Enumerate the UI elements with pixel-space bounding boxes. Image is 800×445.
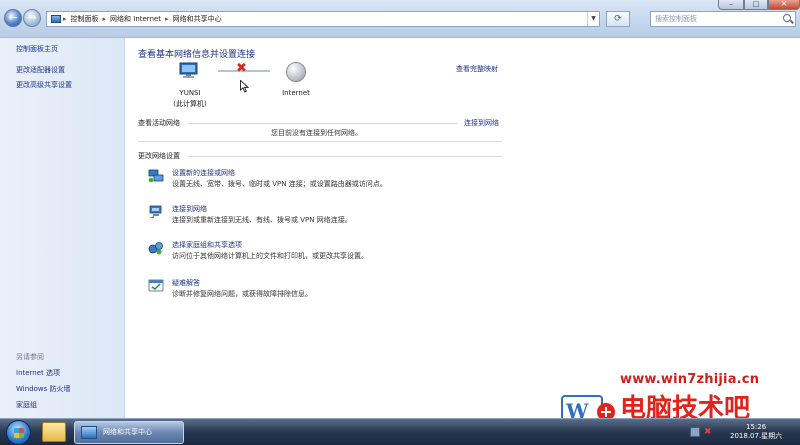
control-panel-icon <box>51 15 61 23</box>
taskbar-clock[interactable]: 15:26 2018.07.星期六 <box>730 423 782 441</box>
change-settings-label: 更改网络设置 <box>138 152 180 160</box>
breadcrumb-separator[interactable]: ▸ <box>63 15 67 23</box>
internet-globe-icon[interactable] <box>286 62 306 82</box>
forward-button[interactable]: → <box>23 9 41 27</box>
explorer-folder-icon[interactable] <box>42 422 66 442</box>
sidebar-item-change-adapter-settings[interactable]: 更改适配器设置 <box>16 65 65 75</box>
connect-network-icon <box>149 205 162 218</box>
connect-to-network-link[interactable]: 连接到网络 <box>464 118 499 128</box>
clock-date: 2018.07.星期六 <box>730 432 783 440</box>
maximize-button[interactable]: □ <box>744 0 768 10</box>
refresh-button[interactable]: ⟳ <box>606 11 630 27</box>
clock-time: 15:26 <box>745 423 767 431</box>
section-divider <box>188 156 502 157</box>
task-title[interactable]: 设置新的连接或网络 <box>172 168 235 178</box>
task-homegroup-sharing[interactable]: 选择家庭组和共享选项 访问位于其他网络计算机上的文件和打印机，或更改共享设置。 <box>148 240 528 266</box>
network-tray-icon[interactable] <box>690 427 700 437</box>
breadcrumb[interactable]: ▸ 控制面板 ▸ 网络和 Internet ▸ 网络和共享中心 ▼ <box>46 11 600 27</box>
close-button[interactable]: ✕ <box>768 0 800 10</box>
task-connect-network[interactable]: 连接到网络 连接到或重新连接到无线、有线、拨号或 VPN 网络连接。 <box>148 204 528 230</box>
troubleshoot-icon <box>148 279 164 292</box>
breadcrumb-separator[interactable]: ▸ <box>103 15 107 23</box>
watermark-url: www.win7zhijia.cn <box>620 372 760 387</box>
forward-arrow-icon: → <box>27 11 37 24</box>
taskbar-network-center-button[interactable]: 网络和共享中心 <box>74 421 184 444</box>
page-title: 查看基本网络信息并设置连接 <box>138 50 256 60</box>
task-description: 设置无线、宽带、拨号、临时或 VPN 连接；或设置路由器或访问点。 <box>172 180 387 188</box>
search-input[interactable]: 搜索控制面板 <box>650 11 796 27</box>
homegroup-sharing-icon <box>148 242 163 255</box>
refresh-icon: ⟳ <box>614 14 622 24</box>
task-troubleshoot[interactable]: 疑难解答 诊断并修复网络问题，或获得故障排除信息。 <box>148 278 528 304</box>
system-tray[interactable]: ✖ <box>690 427 718 439</box>
computer-name: YUNSI <box>179 89 201 97</box>
search-placeholder: 搜索控制面板 <box>655 15 697 23</box>
computer-sublabel: (此计算机) <box>173 100 207 108</box>
see-also-homegroup[interactable]: 家庭组 <box>16 400 37 410</box>
task-title[interactable]: 选择家庭组和共享选项 <box>172 240 242 250</box>
task-description: 诊断并修复网络问题，或获得故障排除信息。 <box>172 290 312 298</box>
breadcrumb-control-panel[interactable]: 控制面板 <box>71 14 99 24</box>
sidebar-item-advanced-sharing-settings[interactable]: 更改高级共享设置 <box>16 80 72 90</box>
network-center-icon <box>81 426 97 439</box>
mouse-cursor-icon <box>240 80 249 93</box>
task-description: 连接到或重新连接到无线、有线、拨号或 VPN 网络连接。 <box>172 216 352 224</box>
sidebar-item-control-panel-home[interactable]: 控制面板主页 <box>16 44 58 54</box>
sidebar: 控制面板主页 更改适配器设置 更改高级共享设置 另请参阅 Internet 选项… <box>0 38 125 418</box>
section-divider <box>188 123 458 124</box>
back-button[interactable]: ← <box>4 9 22 27</box>
network-error-icon[interactable]: ✖ <box>704 427 712 437</box>
breadcrumb-network-sharing-center[interactable]: 网络和共享中心 <box>173 14 222 24</box>
main-content: 查看基本网络信息并设置连接 查看完整映射 YUNSI (此计算机) ✖ Inte… <box>126 38 790 418</box>
see-also-internet-options[interactable]: Internet 选项 <box>16 368 60 378</box>
task-title[interactable]: 疑难解答 <box>172 278 200 288</box>
taskbar: 网络和共享中心 ✖ 15:26 2018.07.星期六 <box>0 418 800 445</box>
network-setup-icon <box>148 169 164 183</box>
address-bar: ← → ▸ 控制面板 ▸ 网络和 Internet ▸ 网络和共享中心 ▼ ⟳ … <box>0 0 800 38</box>
see-full-map-link[interactable]: 查看完整映射 <box>456 64 498 74</box>
task-setup-connection[interactable]: 设置新的连接或网络 设置无线、宽带、拨号、临时或 VPN 连接；或设置路由器或访… <box>148 168 528 194</box>
internet-label: Internet <box>282 89 310 97</box>
task-description: 访问位于其他网络计算机上的文件和打印机，或更改共享设置。 <box>172 252 368 260</box>
task-title[interactable]: 连接到网络 <box>172 204 207 214</box>
see-also-heading: 另请参阅 <box>16 353 44 361</box>
start-button[interactable] <box>6 420 31 445</box>
taskbar-task-label: 网络和共享中心 <box>103 428 152 436</box>
breadcrumb-separator[interactable]: ▸ <box>165 15 169 23</box>
disconnected-x-icon[interactable]: ✖ <box>236 62 247 76</box>
computer-icon[interactable] <box>178 62 200 80</box>
chevron-down-icon[interactable]: ▼ <box>587 12 599 26</box>
active-networks-label: 查看活动网络 <box>138 119 180 127</box>
minimize-button[interactable]: – <box>718 0 744 10</box>
search-icon[interactable] <box>783 14 791 22</box>
breadcrumb-network-internet[interactable]: 网络和 Internet <box>110 14 161 24</box>
see-also-windows-firewall[interactable]: Windows 防火墙 <box>16 384 70 394</box>
no-connection-status: 您目前没有连接到任何网络。 <box>271 129 362 137</box>
back-arrow-icon: ← <box>8 11 18 24</box>
section-divider <box>138 141 502 142</box>
